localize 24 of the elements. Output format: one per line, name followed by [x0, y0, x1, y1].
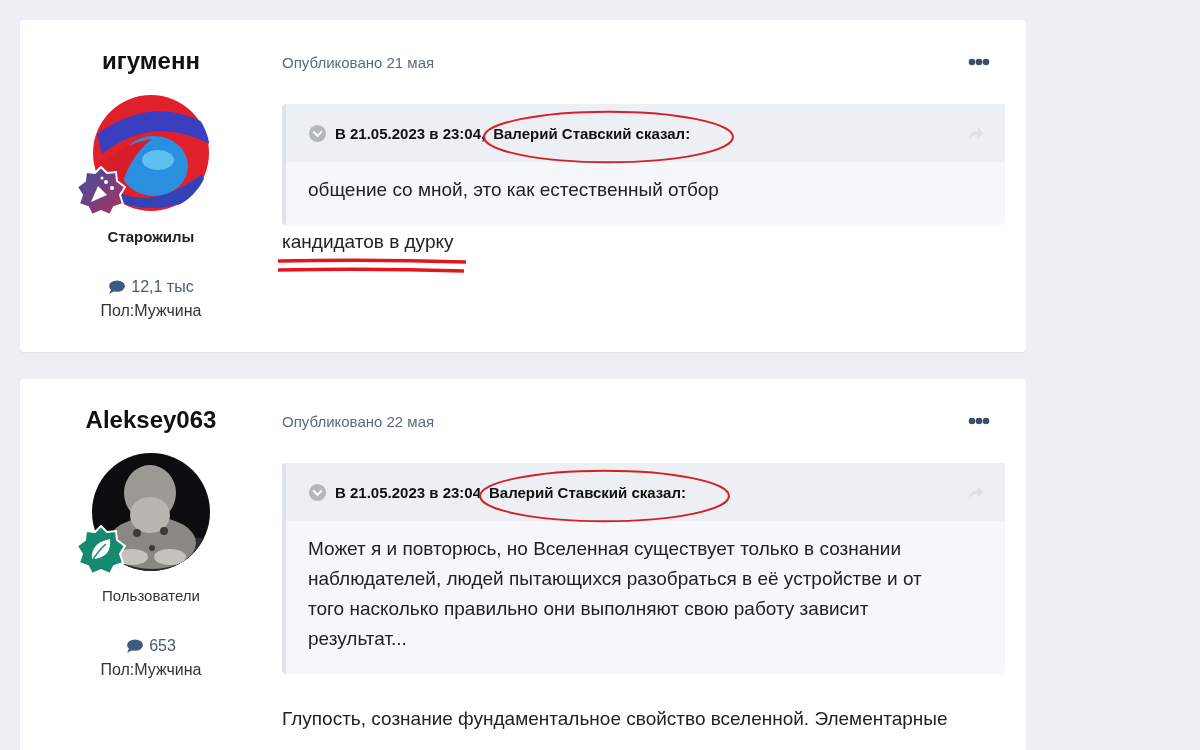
user-gender: Пол:Мужчина [100, 661, 202, 679]
user-gender: Пол:Мужчина [100, 302, 202, 320]
user-group: Пользователи [102, 587, 200, 604]
more-options-icon[interactable] [968, 417, 990, 425]
post-text: Глупость, сознание фундаментальное свойство вселенной. Элементарные [282, 707, 949, 731]
quote-date: В 21.05.2023 в 23:04 [335, 483, 481, 501]
collapse-icon[interactable] [308, 482, 327, 502]
more-options-icon[interactable] [968, 58, 990, 66]
quote-text: Может я и повторюсь, но Вселенная существует только в сознании наблюдателей, людей пытающихся разобраться в её устройстве и от того насколько правильно они выполняют свою работу зависит результат... [308, 537, 923, 651]
post-count: 653 [149, 637, 176, 655]
username[interactable]: Aleksey063 [85, 405, 217, 435]
leaf-badge-icon [76, 525, 126, 575]
published-date: Опубликовано 22 мая [282, 412, 435, 430]
user-group: Старожилы [107, 228, 195, 245]
quote-date: В 21.05.2023 в 23:04, [335, 124, 486, 142]
speech-bubble-icon [108, 280, 127, 294]
post-text: кандидатов в дурку [282, 230, 455, 254]
speech-bubble-icon [126, 639, 145, 653]
quote-text: общение со мной, это как естественный отбор [308, 178, 720, 202]
username[interactable]: игуменн [102, 46, 200, 76]
post-count: 12,1 тыс [131, 278, 194, 296]
party-popper-badge-icon [76, 166, 126, 216]
collapse-icon[interactable] [308, 123, 327, 143]
published-date: Опубликовано 21 мая [282, 53, 435, 71]
